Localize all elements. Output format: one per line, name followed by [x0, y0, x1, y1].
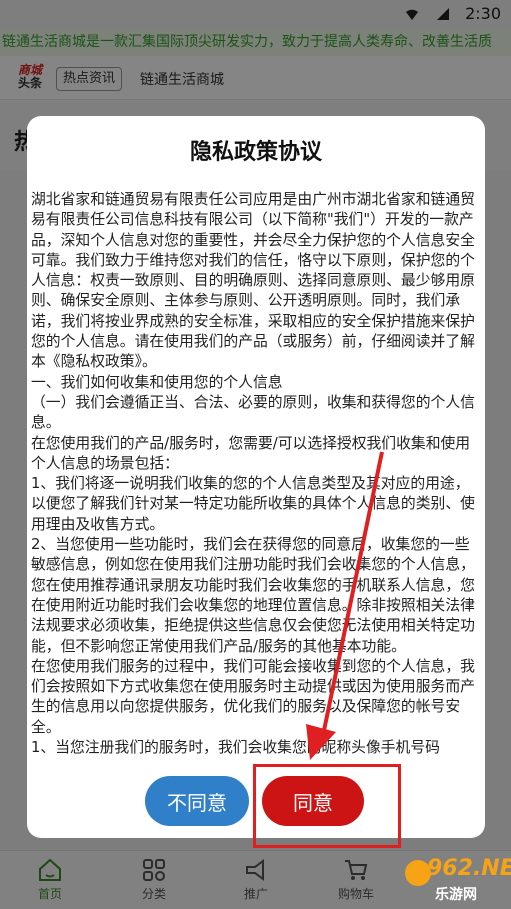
policy-paragraph: 1、当您注册我们的服务时，我们会收集您的昵称头像手机号码: [31, 739, 440, 757]
policy-paragraph: 在您使用我们服务的过程中，我们可能会接收集到您的个人信息，我们会按照如下方式收集…: [31, 657, 475, 736]
annotation-highlight-box: [253, 764, 401, 848]
policy-paragraph: 湖北省家和链通贸易有限责任公司应用是由广州市湖北省家和链通贸易有限责任公司信息科…: [31, 191, 475, 371]
policy-paragraph: 1、我们将逐一说明我们收集的您的个人信息类型及其对应的用途，以便您了解我们针对某…: [31, 475, 475, 533]
site-watermark: 962.NET 乐游网: [405, 856, 511, 906]
policy-paragraph: 一、我们如何收集和使用您的个人信息: [31, 373, 283, 391]
policy-text[interactable]: 湖北省家和链通贸易有限责任公司应用是由广州市湖北省家和链通贸易有限责任公司信息科…: [27, 190, 485, 774]
privacy-policy-dialog: 隐私政策协议 湖北省家和链通贸易有限责任公司应用是由广州市湖北省家和链通贸易有限…: [27, 116, 485, 838]
policy-paragraph: （一）我们会遵循正当、合法、必要的原则，收集和获得您的个人信息。: [31, 393, 475, 432]
dialog-title: 隐私政策协议: [189, 140, 322, 165]
disagree-button[interactable]: 不同意: [145, 776, 249, 826]
policy-paragraph: 在您使用我们的产品/服务时，您需要/可以选择授权我们收集和使用个人信息的场景包括…: [31, 434, 471, 472]
policy-paragraph: 2、当您使用一些功能时，我们会在获得您的同意后，收集您的一些敏感信息，例如您在使…: [31, 536, 475, 655]
